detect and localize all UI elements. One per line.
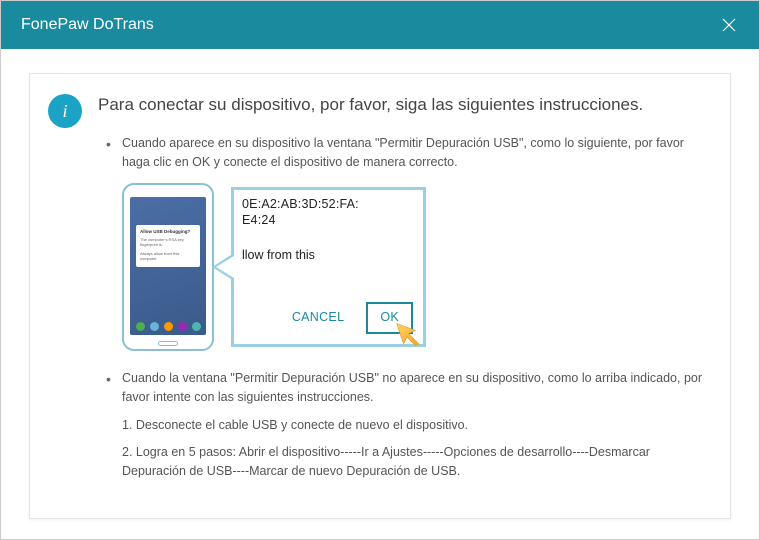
instruction-heading: Para conectar su dispositivo, por favor,… xyxy=(98,92,643,118)
phone-dialog-checkbox: Always allow from this computer xyxy=(140,251,196,262)
card-header: i Para conectar su dispositivo, por favo… xyxy=(48,92,710,128)
instruction-card: i Para conectar su dispositivo, por favo… xyxy=(29,73,731,519)
allow-text-fragment: llow from this xyxy=(242,246,415,265)
callout-pointer xyxy=(212,253,234,281)
instruction-list: Cuando aparece en su dispositivo la vent… xyxy=(104,134,710,482)
content-area: i Para conectar su dispositivo, por favo… xyxy=(1,49,759,539)
dock-icon xyxy=(192,322,201,331)
step-1: 1. Desconecte el cable USB y conecte de … xyxy=(122,416,710,435)
dock-icon xyxy=(164,322,173,331)
titlebar: FonePaw DoTrans xyxy=(1,1,759,49)
phone-dock xyxy=(133,321,203,333)
dialog-actions: CANCEL OK xyxy=(242,302,415,333)
phone-dialog-body: The computer's RSA key fingerprint is: xyxy=(140,237,196,248)
close-button[interactable] xyxy=(715,11,743,39)
window-title: FonePaw DoTrans xyxy=(21,16,154,34)
phone-home-button xyxy=(158,341,178,346)
instruction-item-2-intro: Cuando la ventana "Permitir Depuración U… xyxy=(122,371,702,404)
arrow-cursor-icon xyxy=(395,318,429,346)
ok-button[interactable]: OK xyxy=(366,302,413,333)
dock-icon xyxy=(136,322,145,331)
usb-debug-illustration: Allow USB Debugging? The computer's RSA … xyxy=(122,183,710,351)
fingerprint-line-1: 0E:A2:AB:3D:52:FA: xyxy=(242,196,415,212)
dock-icon xyxy=(150,322,159,331)
step-2: 2. Logra en 5 pasos: Abrir el dispositiv… xyxy=(122,443,710,482)
instruction-item-2: Cuando la ventana "Permitir Depuración U… xyxy=(104,369,710,482)
instruction-item-1: Cuando aparece en su dispositivo la vent… xyxy=(104,134,710,351)
phone-mockup: Allow USB Debugging? The computer's RSA … xyxy=(122,183,214,351)
instruction-item-1-text: Cuando aparece en su dispositivo la vent… xyxy=(122,136,684,169)
dock-icon xyxy=(178,322,187,331)
app-window: FonePaw DoTrans i Para conectar su dispo… xyxy=(0,0,760,540)
phone-dialog-title: Allow USB Debugging? xyxy=(140,229,196,235)
phone-dialog: Allow USB Debugging? The computer's RSA … xyxy=(136,225,200,267)
close-icon xyxy=(721,17,737,33)
fingerprint-line-2: E4:24 xyxy=(242,212,415,228)
cancel-button[interactable]: CANCEL xyxy=(284,303,353,332)
dialog-zoom-panel: 0E:A2:AB:3D:52:FA: E4:24 llow from this … xyxy=(231,187,426,347)
phone-screen: Allow USB Debugging? The computer's RSA … xyxy=(130,197,206,335)
info-icon: i xyxy=(48,94,82,128)
